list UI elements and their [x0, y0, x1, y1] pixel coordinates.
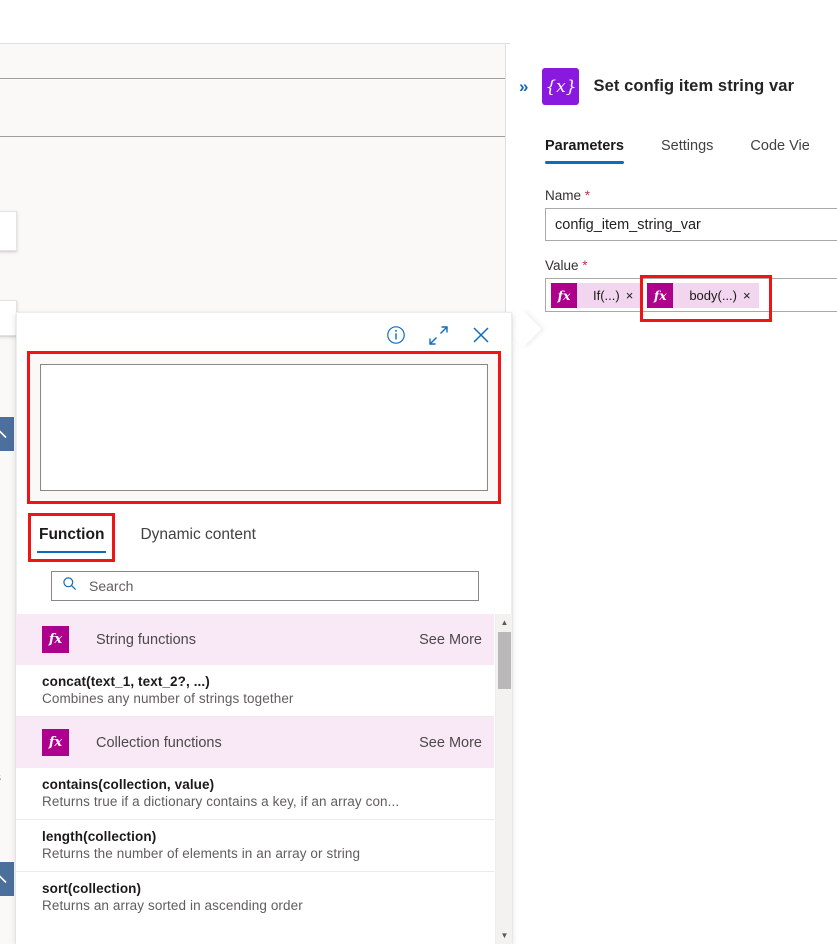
expression-textarea[interactable] — [40, 364, 488, 491]
search-box[interactable] — [51, 571, 479, 601]
name-label-text: Name — [545, 188, 582, 203]
tab-parameters[interactable]: Parameters — [545, 132, 624, 164]
expand-icon[interactable] — [428, 325, 449, 346]
name-input[interactable] — [545, 208, 837, 241]
function-group-header-string[interactable]: fx String functions See More — [16, 614, 494, 665]
function-description: Returns true if a dictionary contains a … — [42, 794, 400, 809]
function-signature: sort(collection) — [42, 881, 142, 896]
app-root: es » {x} Set config item string var Para… — [0, 0, 837, 944]
canvas-node-card-1[interactable] — [0, 211, 17, 251]
scroll-down-arrow-icon[interactable]: ▼ — [496, 928, 512, 943]
action-details-pane: » {x} Set config item string var Paramet… — [505, 44, 837, 944]
value-token-input[interactable]: fx If(...) × fx body(...) × — [545, 274, 837, 322]
list-item[interactable]: length(collection) Returns the number of… — [16, 820, 494, 872]
flyout-tab-bar: Function Dynamic content — [17, 504, 511, 562]
page-title: Set config item string var — [593, 77, 795, 95]
value-label-text: Value — [545, 258, 579, 273]
function-group-name: Collection functions — [96, 734, 222, 751]
scrollbar-thumb[interactable] — [498, 632, 511, 689]
function-signature: contains(collection, value) — [42, 777, 215, 792]
pane-header: » {x} Set config item string var — [506, 44, 837, 105]
list-item[interactable]: concat(text_1, text_2?, ...) Combines an… — [16, 665, 494, 717]
function-group-header-collection[interactable]: fx Collection functions See More — [16, 717, 494, 768]
search-row — [17, 553, 511, 601]
tab-code-view[interactable]: Code Vie — [750, 132, 809, 164]
fx-icon: fx — [42, 729, 69, 756]
tab-dynamic-content[interactable]: Dynamic content — [138, 522, 257, 553]
token-chip[interactable]: fx body(...) × — [640, 274, 772, 322]
list-item[interactable]: sort(collection) Returns an array sorted… — [16, 872, 494, 923]
canvas-toolbar-strip — [0, 0, 510, 43]
token-remove-icon[interactable]: × — [626, 288, 642, 303]
info-icon[interactable] — [386, 325, 406, 345]
function-list: fx String functions See More concat(text… — [16, 614, 512, 944]
token-label: body(...) — [689, 287, 737, 303]
expand-pane-chevron-icon[interactable]: » — [519, 76, 529, 97]
value-required-asterisk: * — [582, 258, 588, 273]
function-signature: length(collection) — [42, 829, 157, 844]
function-description: Returns the number of elements in an arr… — [42, 846, 361, 861]
token-label: If(...) — [593, 287, 620, 303]
function-signature: concat(text_1, text_2?, ...) — [42, 674, 210, 689]
name-field-block: Name * — [545, 188, 837, 241]
chevron-up-icon — [0, 429, 7, 439]
flyout-toolbar — [17, 313, 511, 351]
canvas-divider-1 — [0, 43, 510, 44]
close-icon[interactable] — [471, 325, 491, 345]
see-more-link[interactable]: See More — [419, 632, 482, 648]
variable-node-icon: {x} — [542, 68, 580, 105]
pane-tab-bar: Parameters Settings Code Vie — [506, 132, 837, 164]
function-description: Combines any number of strings together — [42, 691, 294, 706]
tab-function[interactable]: Function — [27, 513, 116, 562]
canvas-divider-2 — [0, 78, 510, 79]
canvas-collapse-button-2[interactable] — [0, 862, 14, 896]
canvas-divider-3 — [0, 136, 510, 137]
fx-icon: fx — [42, 626, 69, 653]
value-field-block: Value * fx If(...) × fx body(...) × — [545, 258, 837, 322]
list-item[interactable]: contains(collection, value) Returns true… — [16, 768, 494, 820]
function-description: Returns an array sorted in ascending ord… — [42, 898, 303, 913]
token-chip[interactable]: fx If(...) × — [551, 282, 642, 308]
fx-icon: fx — [551, 282, 577, 308]
fx-icon: fx — [647, 282, 674, 308]
token-remove-icon[interactable]: × — [743, 288, 759, 303]
search-input[interactable] — [87, 577, 468, 595]
see-more-link[interactable]: See More — [419, 735, 482, 751]
value-field-label: Value * — [545, 258, 837, 273]
canvas-clipped-label: es — [0, 770, 1, 784]
scroll-up-arrow-icon[interactable]: ▲ — [496, 615, 512, 630]
chevron-up-icon — [0, 874, 7, 884]
tab-settings[interactable]: Settings — [661, 132, 713, 164]
function-list-scrollbar[interactable]: ▲ ▼ — [495, 614, 512, 944]
name-required-asterisk: * — [584, 188, 591, 203]
search-icon — [62, 576, 77, 596]
canvas-collapse-button-1[interactable] — [0, 417, 14, 451]
pane-body: Name * Value * fx If(...) × f — [506, 164, 837, 322]
name-field-label: Name * — [545, 188, 837, 203]
expression-input-highlight — [27, 351, 501, 504]
canvas-node-card-2[interactable] — [0, 300, 17, 336]
function-group-name: String functions — [96, 631, 196, 648]
